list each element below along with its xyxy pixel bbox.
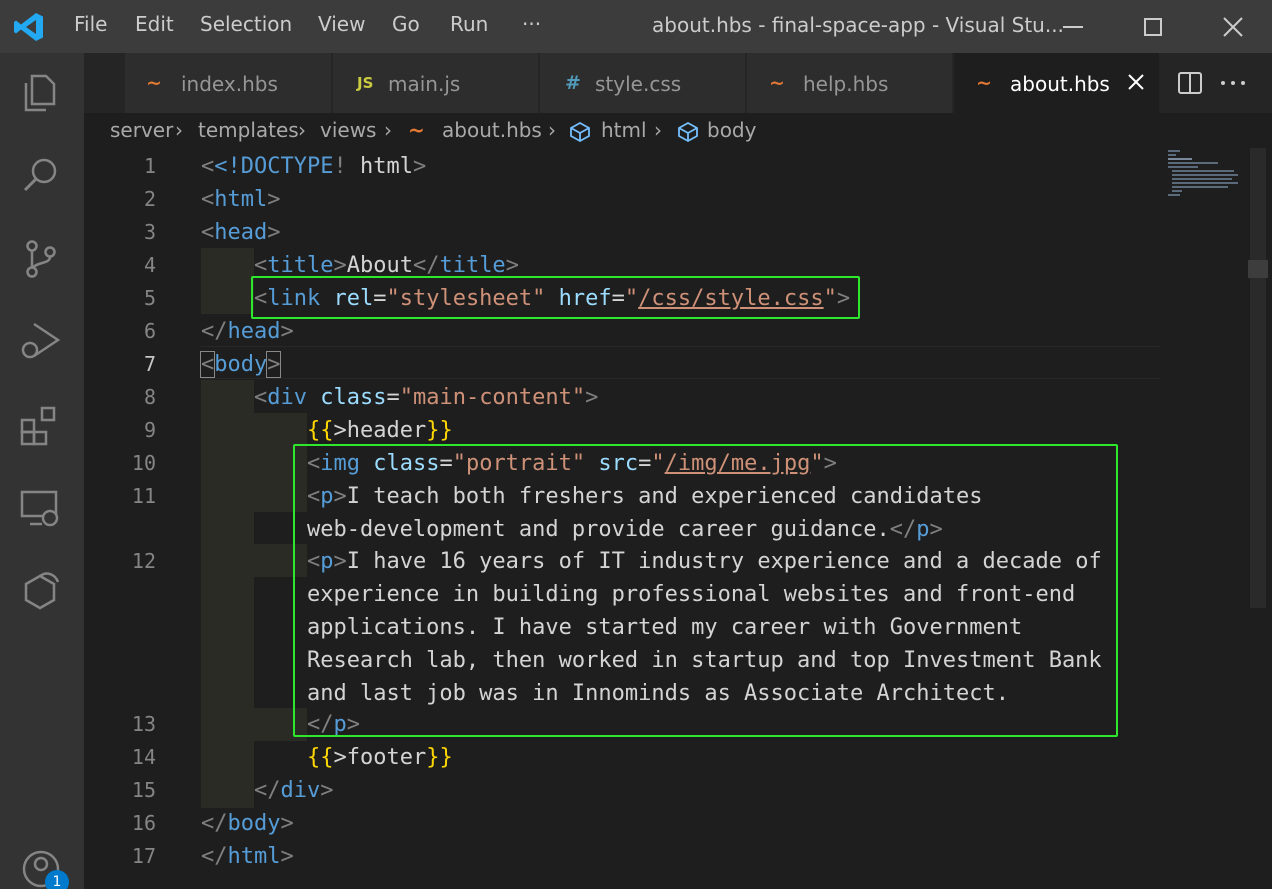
handlebars-icon: ~ [146, 72, 162, 94]
code-editor[interactable]: 1 2 3 4 5 6 7 8 9 10 11 12 13 14 15 16 1… [84, 148, 1244, 889]
menu-run[interactable]: Run [450, 12, 488, 36]
code-line: <<!DOCTYPE! html> [201, 154, 427, 179]
code-line: <body> [199, 351, 282, 378]
line-number: 2 [143, 187, 156, 211]
highlight-box-link [251, 276, 860, 319]
close-tab-icon[interactable] [1124, 70, 1148, 94]
handlebars-icon: ~ [976, 72, 992, 94]
tab-index-hbs[interactable]: ~ index.hbs [125, 53, 332, 113]
minimap[interactable] [1166, 148, 1244, 208]
handlebars-icon: ~ [769, 72, 785, 94]
menu-view[interactable]: View [318, 12, 365, 36]
current-line-highlight [201, 346, 1161, 379]
chevron-right-icon: › [298, 118, 306, 142]
menu-file[interactable]: File [74, 12, 107, 36]
line-number: 1 [143, 154, 156, 178]
tab-help-hbs[interactable]: ~ help.hbs [747, 53, 953, 113]
line-number: 6 [143, 319, 156, 343]
remote-explorer-icon[interactable] [18, 486, 64, 532]
breadcrumb-body[interactable]: body [707, 118, 756, 142]
code-line: <div class="main-content"> [253, 385, 599, 410]
window-title: about.hbs - final-space-app - Visual Stu… [652, 13, 1064, 37]
breadcrumb-file[interactable]: about.hbs [442, 118, 542, 142]
line-number: 8 [143, 385, 156, 409]
code-line: <html> [201, 187, 281, 212]
run-debug-icon[interactable] [18, 318, 64, 364]
chevron-right-icon: › [654, 118, 662, 142]
menu-edit[interactable]: Edit [135, 12, 174, 36]
tab-label: help.hbs [803, 72, 889, 96]
line-number: 16 [131, 811, 156, 835]
code-line: {{>footer}} [306, 745, 453, 770]
breadcrumb-server[interactable]: server [110, 118, 173, 142]
chevron-right-icon: › [548, 118, 556, 142]
chevron-right-icon: › [175, 118, 183, 142]
line-number: 10 [131, 451, 156, 475]
css-icon: # [565, 72, 581, 94]
accounts-badge: 1 [45, 870, 69, 889]
code-line: </head> [201, 319, 294, 344]
vscode-logo-icon[interactable] [12, 10, 46, 44]
split-editor-icon[interactable] [1177, 70, 1203, 96]
code-line: </body> [201, 811, 294, 836]
line-number: 5 [143, 286, 156, 310]
breadcrumb-views[interactable]: views [320, 118, 376, 142]
code-token: <!DOCTYPE [214, 154, 334, 179]
menu-go[interactable]: Go [392, 12, 420, 36]
minimize-icon[interactable] [1058, 12, 1088, 42]
line-number: 7 [143, 352, 156, 376]
line-number: 4 [143, 253, 156, 277]
scrollbar-cursor-marker [1248, 260, 1268, 278]
code-line: </div> [253, 778, 334, 803]
code-token: html [359, 154, 413, 179]
breadcrumb-html[interactable]: html [601, 118, 647, 142]
code-token: footer [346, 745, 427, 770]
search-icon[interactable] [18, 152, 64, 198]
tab-label: about.hbs [1010, 72, 1110, 96]
chevron-right-icon: › [384, 118, 392, 142]
tab-label: main.js [388, 72, 461, 96]
line-number: 12 [131, 549, 156, 573]
menu-more[interactable]: ··· [522, 12, 541, 36]
code-token: header [346, 418, 427, 443]
symbol-element-icon [678, 121, 698, 143]
code-line: <head> [201, 220, 281, 245]
code-line: {{>header}} [306, 418, 453, 443]
more-actions-icon[interactable] [1218, 70, 1248, 96]
code-token: About [346, 253, 413, 278]
breadcrumb-templates[interactable]: templates [198, 118, 299, 142]
tab-label: style.css [595, 72, 682, 96]
highlight-box-content [293, 444, 1118, 737]
line-number: 14 [131, 745, 156, 769]
close-window-icon[interactable] [1218, 12, 1248, 42]
tab-main-js[interactable]: JS main.js [333, 53, 539, 113]
source-control-icon[interactable] [18, 236, 64, 282]
line-number: 3 [143, 220, 156, 244]
explorer-icon[interactable] [18, 70, 64, 116]
line-number: 11 [131, 484, 156, 508]
maximize-icon[interactable] [1138, 12, 1168, 42]
docker-extension-icon[interactable] [18, 568, 64, 614]
code-line: </html> [201, 844, 294, 869]
line-number: 9 [143, 418, 156, 442]
editor-tabs: ~ index.hbs JS main.js # style.css ~ hel… [84, 53, 1272, 113]
line-number: 17 [131, 844, 156, 868]
vertical-scrollbar[interactable] [1244, 148, 1272, 889]
tab-about-hbs[interactable]: ~ about.hbs [954, 53, 1160, 113]
line-number: 15 [131, 778, 156, 802]
extensions-icon[interactable] [18, 402, 64, 448]
line-number: 13 [131, 712, 156, 736]
scrollbar-thumb[interactable] [1250, 148, 1266, 608]
menu-selection[interactable]: Selection [200, 12, 292, 36]
code-token: "main-content" [399, 385, 586, 410]
symbol-element-icon [570, 121, 590, 143]
handlebars-icon: ~ [408, 118, 425, 142]
tab-label: index.hbs [181, 72, 278, 96]
javascript-icon: JS [357, 74, 374, 92]
title-bar: File Edit Selection View Go Run ··· abou… [0, 0, 1272, 53]
tab-style-css[interactable]: # style.css [540, 53, 746, 113]
